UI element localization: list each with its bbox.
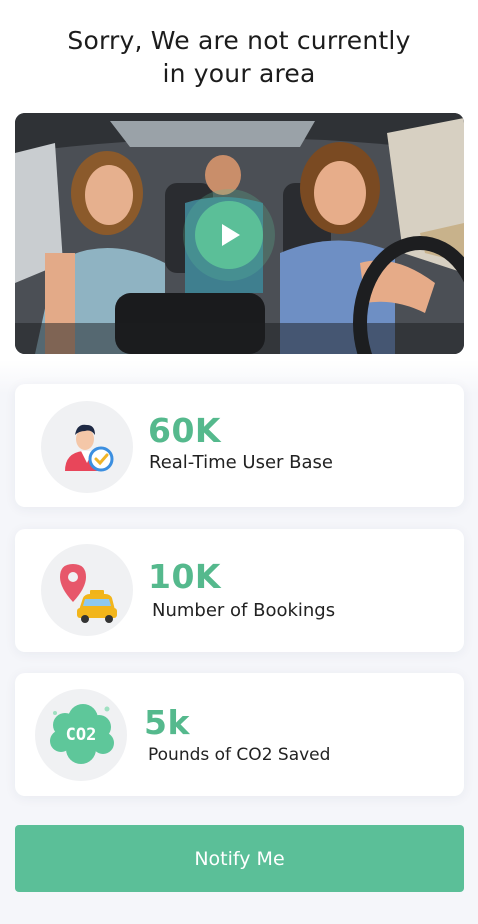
notify-me-button[interactable]: Notify Me — [15, 825, 464, 892]
co2-icon-text: CO2 — [65, 725, 97, 745]
play-button[interactable] — [195, 201, 263, 269]
page-title: Sorry, We are not currently in your area — [0, 24, 478, 90]
stat-label: Real-Time User Base — [149, 452, 333, 473]
title-line-1: Sorry, We are not currently — [67, 26, 411, 55]
user-verified-icon — [65, 424, 114, 472]
stat-card-users: 60K Real-Time User Base — [15, 384, 464, 507]
stat-value: 60K — [148, 411, 221, 450]
stat-value: 10K — [148, 557, 221, 596]
stat-icon-circle — [41, 401, 133, 493]
video-player[interactable] — [15, 113, 464, 354]
stat-icon-circle: CO2 — [35, 689, 127, 781]
stat-card-co2: CO2 5k Pounds of CO2 Saved — [15, 673, 464, 796]
play-icon — [222, 224, 240, 246]
stat-value: 5k — [144, 703, 190, 742]
stat-label: Pounds of CO2 Saved — [148, 745, 331, 765]
stat-card-bookings: 10K Number of Bookings — [15, 529, 464, 652]
title-line-2: in your area — [162, 59, 316, 88]
stat-icon-circle — [41, 544, 133, 636]
stat-label: Number of Bookings — [152, 600, 336, 621]
taxi-location-icon — [60, 564, 117, 623]
